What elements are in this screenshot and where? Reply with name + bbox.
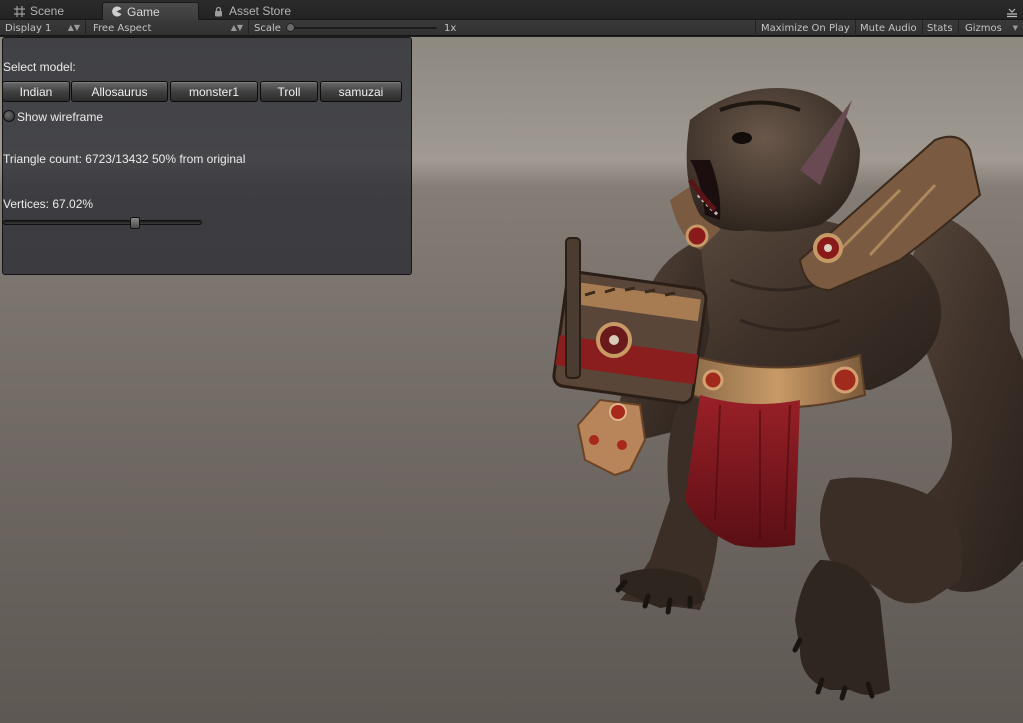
- updown-arrows-icon: ▲▼: [67, 23, 80, 32]
- tab-game[interactable]: Game: [102, 2, 199, 20]
- gizmos-dropdown[interactable]: Gizmos ▼: [960, 20, 1023, 36]
- vertices-slider-track[interactable]: [3, 220, 202, 225]
- model-button-samuzai[interactable]: samuzai: [320, 81, 402, 102]
- display-dropdown-label: Display 1: [5, 22, 52, 34]
- scale-slider-track[interactable]: [287, 27, 437, 29]
- tab-menu-icon[interactable]: [1005, 6, 1019, 18]
- maximize-on-play-toggle[interactable]: Maximize On Play: [755, 20, 856, 36]
- scale-slider-knob[interactable]: [286, 23, 295, 32]
- aspect-dropdown[interactable]: Free Aspect ▲▼: [88, 20, 249, 36]
- model-button-indian[interactable]: Indian: [2, 81, 70, 102]
- dropdown-arrow-icon: ▼: [1012, 23, 1018, 32]
- updown-arrows-icon: ▲▼: [230, 23, 243, 32]
- vertices-label: Vertices: 67.02%: [3, 197, 94, 211]
- select-model-label: Select model:: [3, 60, 76, 74]
- scale-value: 1x: [444, 22, 457, 34]
- model-button-allosaurus[interactable]: Allosaurus: [71, 81, 168, 102]
- model-button-troll[interactable]: Troll: [260, 81, 318, 102]
- show-wireframe-label: Show wireframe: [17, 110, 104, 124]
- scale-label: Scale: [254, 22, 281, 34]
- tab-asset-store-label: Asset Store: [229, 4, 292, 18]
- editor-tab-bar: Scene Game Asset Store: [0, 0, 1023, 20]
- triangle-count-text: Triangle count: 6723/13432 50% from orig…: [3, 152, 246, 166]
- show-wireframe-toggle[interactable]: [3, 110, 15, 122]
- aspect-dropdown-label: Free Aspect: [93, 22, 152, 34]
- vertices-slider-thumb[interactable]: [129, 217, 140, 229]
- lock-icon: [215, 6, 222, 16]
- game-view-toolbar: Display 1 ▲▼ Free Aspect ▲▼ Scale 1x Max…: [0, 20, 1023, 36]
- tab-asset-store[interactable]: Asset Store: [205, 2, 299, 20]
- gizmos-label: Gizmos: [965, 22, 1002, 34]
- mute-audio-toggle[interactable]: Mute Audio: [855, 20, 923, 36]
- display-dropdown[interactable]: Display 1 ▲▼: [0, 20, 86, 36]
- pacman-icon: [112, 6, 122, 17]
- tab-scene-label: Scene: [30, 4, 65, 18]
- tab-game-label: Game: [127, 4, 160, 19]
- stats-toggle[interactable]: Stats: [922, 20, 959, 36]
- tab-scene[interactable]: Scene: [6, 2, 72, 20]
- model-button-monster1[interactable]: monster1: [170, 81, 258, 102]
- grid-icon: [14, 5, 25, 17]
